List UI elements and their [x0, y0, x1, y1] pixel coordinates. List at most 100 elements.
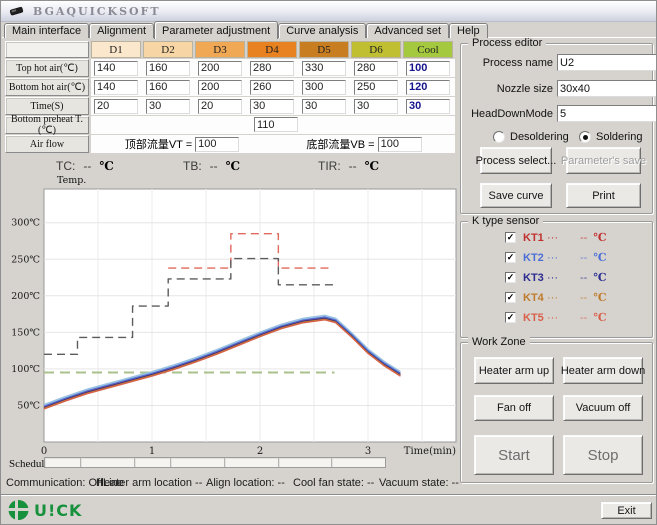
top-hot-air-input-d4[interactable] [250, 61, 294, 76]
kt2-checkbox[interactable]: ✓ [505, 252, 516, 263]
status-cool-fan: Cool fan state: -- [293, 477, 374, 489]
top-hot-air-input-cool[interactable] [406, 61, 450, 76]
time-input-d6[interactable] [354, 99, 398, 114]
heater-arm-up-button[interactable]: Heater arm up [474, 357, 554, 384]
tab-strip: Main interfaceAlignmentParameter adjustm… [4, 21, 488, 38]
cell [403, 59, 455, 77]
cell [247, 59, 299, 77]
temperature-readouts: TC: -- ℃ TB: -- ℃ TIR: -- ℃ [1, 159, 456, 175]
cell [299, 78, 351, 96]
top-hot-air-input-d5[interactable] [302, 61, 346, 76]
time-input-d4[interactable] [250, 99, 294, 114]
vacuum-off-button[interactable]: Vacuum off [563, 395, 643, 421]
nozzle-size-input[interactable] [557, 80, 657, 97]
bottom-preheat-input[interactable] [254, 117, 298, 132]
process-name-field: Process name [461, 54, 657, 71]
quick-logo: U!CK [7, 498, 82, 522]
svg-text:250℃: 250℃ [11, 254, 40, 265]
tab-advanced-set[interactable]: Advanced set [366, 23, 449, 38]
svg-text:200℃: 200℃ [11, 291, 40, 302]
kt4-value: -- [580, 292, 587, 304]
tab-help[interactable]: Help [449, 23, 488, 38]
fan-off-button[interactable]: Fan off [474, 395, 554, 421]
exit-button[interactable]: Exit [601, 502, 652, 519]
cell [299, 59, 351, 77]
nozzle-size-label: Nozzle size [461, 83, 553, 95]
tab-curve-analysis[interactable]: Curve analysis [278, 23, 366, 38]
air-flow-vt-label: 顶部流量VT = [125, 136, 192, 152]
kt1-checkbox[interactable]: ✓ [505, 232, 516, 243]
head-down-mode-input[interactable] [557, 105, 657, 122]
air-flow-vb-input[interactable] [378, 137, 422, 152]
bottom-hot-air-input-d5[interactable] [302, 80, 346, 95]
top-hot-air-cells [91, 59, 455, 77]
time-input-d1[interactable] [94, 99, 138, 114]
bottom-hot-air-input-cool[interactable] [406, 80, 450, 95]
column-header-d5: D5 [299, 41, 349, 58]
top-hot-air-input-d2[interactable] [146, 61, 190, 76]
cell [143, 59, 195, 77]
tab-main-interface[interactable]: Main interface [4, 23, 89, 38]
quick-logo-text: U!CK [34, 501, 82, 520]
top-hot-air-input-d6[interactable] [354, 61, 398, 76]
time-input-d5[interactable] [302, 99, 346, 114]
top-hot-air-input-d3[interactable] [198, 61, 242, 76]
app-icon [9, 5, 25, 17]
status-align: Align location: -- [206, 477, 285, 489]
heater-arm-down-button[interactable]: Heater arm down [563, 357, 643, 384]
kt2-dots: ··· [547, 252, 558, 264]
save-curve-button[interactable]: Save curve [480, 183, 552, 208]
cell [403, 78, 455, 96]
time-input-d2[interactable] [146, 99, 190, 114]
tab-parameter-adjustment[interactable]: Parameter adjustment [154, 21, 278, 39]
process-editor-title: Process editor [468, 37, 546, 49]
air-flow-vt-input[interactable] [195, 137, 239, 152]
print-button[interactable]: Print [566, 183, 641, 208]
kt4-checkbox[interactable]: ✓ [505, 292, 516, 303]
tab-alignment[interactable]: Alignment [89, 23, 154, 38]
footer-divider [1, 494, 657, 495]
nozzle-size-field: Nozzle size [461, 80, 657, 97]
schedule-segment [81, 458, 135, 467]
sensor-row-kt3: ✓KT3···--℃ [505, 271, 607, 284]
bottom-preheat-cell [91, 116, 455, 134]
desoldering-radio[interactable]: Desoldering [493, 131, 569, 143]
kt2-value: -- [580, 252, 587, 264]
head-down-mode-label: HeadDownMode [461, 108, 553, 120]
stop-button[interactable]: Stop [563, 435, 643, 475]
air-flow-cell: 顶部流量VT = 底部流量VB = [91, 135, 455, 153]
desoldering-radio-label: Desoldering [510, 131, 569, 143]
bottom-hot-air-input-d6[interactable] [354, 80, 398, 95]
column-header-d1: D1 [91, 41, 141, 58]
time-input-cool[interactable] [406, 99, 450, 114]
process-name-label: Process name [461, 57, 553, 69]
sensor-row-kt1: ✓KT1···--℃ [505, 231, 607, 244]
process-name-input[interactable] [557, 54, 657, 71]
cell [143, 97, 195, 115]
bottom-hot-air-input-d4[interactable] [250, 80, 294, 95]
cell [195, 97, 247, 115]
kt5-checkbox[interactable]: ✓ [505, 312, 516, 323]
start-button[interactable]: Start [474, 435, 554, 475]
cell [91, 59, 143, 77]
svg-text:0: 0 [41, 446, 47, 457]
svg-text:50℃: 50℃ [17, 400, 40, 411]
kt2-unit: ℃ [593, 251, 606, 264]
parameters-save-button[interactable]: Parameter's save [566, 147, 641, 174]
soldering-radio[interactable]: Soldering [579, 131, 642, 143]
time-input-d3[interactable] [198, 99, 242, 114]
column-header-d3: D3 [195, 41, 245, 58]
status-vacuum: Vacuum state: -- [379, 477, 459, 489]
cell [247, 97, 299, 115]
cell [403, 97, 455, 115]
row-label-bottom-hot-air: Bottom hot air(℃) [5, 78, 89, 96]
bottom-hot-air-input-d1[interactable] [94, 80, 138, 95]
process-select-button[interactable]: Process select... [480, 147, 552, 174]
bottom-hot-air-input-d2[interactable] [146, 80, 190, 95]
bottom-hot-air-input-d3[interactable] [198, 80, 242, 95]
top-hot-air-input-d1[interactable] [94, 61, 138, 76]
tb-readout: TB: -- ℃ [183, 159, 240, 173]
kt3-checkbox[interactable]: ✓ [505, 272, 516, 283]
air-flow-vb-label: 底部流量VB = [306, 136, 374, 152]
cell [351, 97, 403, 115]
